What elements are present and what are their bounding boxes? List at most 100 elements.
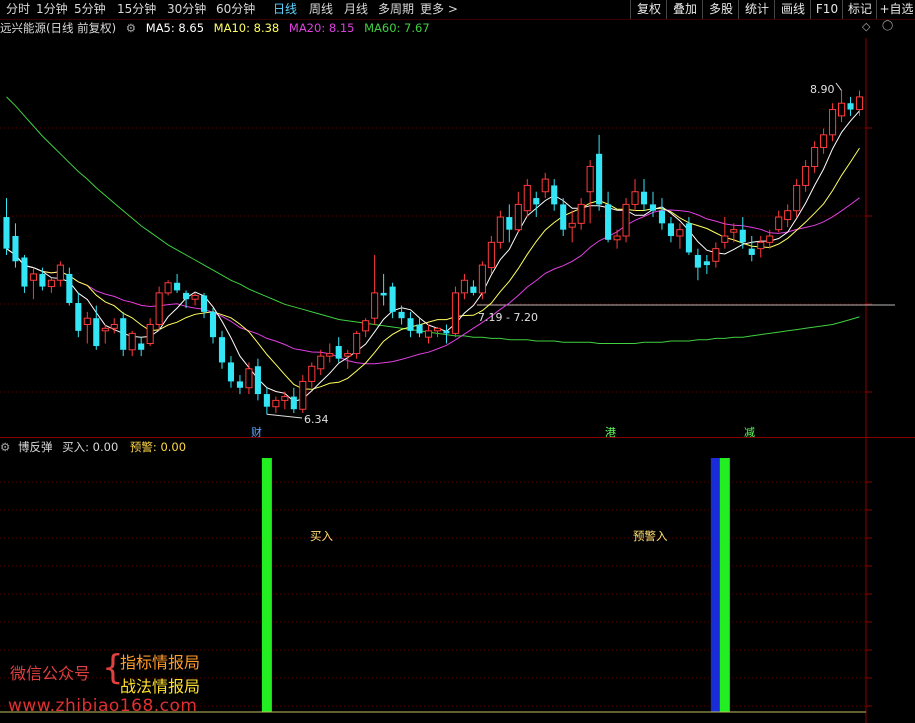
watermark-line2: 战法情报局 <box>120 677 201 696</box>
candle-body <box>694 254 701 268</box>
candle-body <box>128 332 136 351</box>
candle-body <box>308 365 316 382</box>
indicator-settings-icon[interactable]: ⚙ <box>0 440 10 454</box>
candle-body <box>460 279 468 294</box>
wechat-label: 微信公众号 <box>10 664 91 683</box>
candle-body <box>254 366 261 395</box>
candle-body <box>245 368 253 389</box>
candle-body <box>622 203 630 237</box>
candle-body <box>12 236 19 262</box>
candle-body <box>775 216 783 231</box>
candle-body <box>514 203 522 231</box>
buy-signal-bar <box>261 458 272 712</box>
indicator-warn-value: 预警: 0.00 <box>129 440 187 454</box>
candle-body <box>478 264 486 294</box>
candle-body <box>533 198 540 205</box>
candle-body <box>757 241 765 250</box>
candle-body <box>66 273 73 304</box>
indicator-info-bar: ⚙ 博反弹 买入: 0.00 预警: 0.00 <box>0 439 186 455</box>
candle-body <box>551 185 558 205</box>
indicator-name[interactable]: 博反弹 <box>18 440 53 454</box>
candle-body <box>658 210 666 224</box>
high-price-label: 8.90 <box>810 83 835 96</box>
ma60-line <box>6 96 860 344</box>
candle-body <box>568 222 576 228</box>
candle-body <box>407 318 414 331</box>
candle-body <box>164 282 172 294</box>
candle-body <box>183 292 190 300</box>
candle-body <box>174 282 181 291</box>
candle-body <box>209 311 217 338</box>
candle-body <box>685 223 692 253</box>
candle-body <box>344 353 352 357</box>
candle-body <box>281 396 289 401</box>
candle-body <box>47 279 55 288</box>
candle-body <box>496 216 504 243</box>
candle-body <box>506 217 513 230</box>
candle-body <box>676 229 684 237</box>
candle-body <box>3 217 10 249</box>
candle-body <box>110 324 118 329</box>
candle-body <box>299 380 307 410</box>
watermark-url: www.zhibiao168.com <box>8 696 198 716</box>
candle-body <box>712 248 720 262</box>
candle-body <box>191 294 199 300</box>
candle-body <box>200 295 208 312</box>
candle-body <box>596 153 603 205</box>
candle-body <box>443 330 450 334</box>
candle-body <box>560 204 567 230</box>
candle-body <box>146 324 154 344</box>
candle-body <box>83 317 91 326</box>
candle-body <box>793 184 801 212</box>
low-arrow <box>266 413 303 419</box>
buy-signal-label: 买入 <box>310 529 333 543</box>
buy-signal-bar <box>719 458 730 712</box>
candle-body <box>605 204 612 240</box>
candle-body <box>631 191 639 205</box>
panel-divider[interactable] <box>0 437 915 438</box>
candle-body <box>640 191 648 205</box>
candle-body <box>317 355 325 370</box>
candle-body <box>766 235 774 243</box>
candle-body <box>820 134 828 148</box>
warn-buy-signal-label: 预警入 <box>633 529 668 543</box>
candle-body <box>829 109 837 136</box>
watermark-line1: 指标情报局 <box>120 653 201 672</box>
candle-body <box>667 223 675 236</box>
candle-body <box>433 327 442 332</box>
candle-body <box>424 330 433 338</box>
candle-body <box>218 337 226 363</box>
candle-body <box>577 203 585 224</box>
kline-chart[interactable] <box>0 0 915 723</box>
candle-body <box>21 257 28 287</box>
candle-body <box>236 381 244 388</box>
candle-body <box>272 399 280 408</box>
ma5-line <box>6 110 860 402</box>
candle-body <box>138 343 145 350</box>
candle-body <box>586 165 594 193</box>
candle-body <box>739 229 746 243</box>
candle-body <box>75 303 82 331</box>
candle-body <box>290 396 297 410</box>
candle-body <box>649 204 657 211</box>
candle-body <box>523 184 531 212</box>
candle-body <box>93 318 100 347</box>
candle-body <box>380 292 387 296</box>
candle-body <box>389 286 396 312</box>
candle-body <box>155 292 163 326</box>
candle-body <box>847 103 854 110</box>
candle-body <box>416 324 423 334</box>
candle-body <box>451 292 460 334</box>
candle-body <box>362 320 370 332</box>
candle-body <box>541 178 549 193</box>
candle-body <box>56 264 64 281</box>
candle-body <box>227 362 235 382</box>
candle-body <box>371 292 379 319</box>
candle-body <box>703 261 710 266</box>
candle-body <box>335 346 342 359</box>
candle-body <box>29 273 37 281</box>
high-arrow <box>835 82 842 91</box>
low-price-label: 6.34 <box>304 413 329 426</box>
candle-body <box>721 235 729 243</box>
candle-body <box>101 327 109 332</box>
